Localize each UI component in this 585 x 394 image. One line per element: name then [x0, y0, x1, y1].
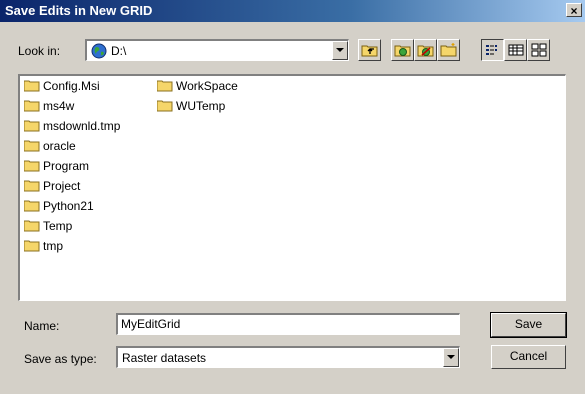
new-folder-button[interactable]	[437, 39, 460, 61]
thumbnails-view-button[interactable]	[527, 39, 550, 61]
folder-icon	[24, 140, 40, 152]
save-as-type-dropdown[interactable]: Raster datasets	[116, 346, 460, 368]
folder-item[interactable]: msdownld.tmp	[24, 117, 120, 135]
up-one-level-button[interactable]	[358, 39, 381, 61]
folder-icon	[24, 80, 40, 92]
name-field[interactable]: MyEditGrid	[116, 313, 460, 335]
disconnect-folder-icon	[417, 45, 433, 57]
connect-folder-button[interactable]	[391, 39, 414, 61]
look-in-value: D:\	[111, 44, 127, 58]
folder-item[interactable]: tmp	[24, 237, 63, 255]
folder-name: Program	[43, 159, 90, 173]
folder-item[interactable]: WorkSpace	[157, 77, 238, 95]
folder-name: Config.Msi	[43, 79, 100, 93]
new-folder-icon	[440, 43, 456, 57]
folder-name: oracle	[43, 139, 76, 153]
window-title: Save Edits in New GRID	[5, 3, 153, 18]
folder-name: tmp	[43, 239, 64, 253]
folder-item[interactable]: oracle	[24, 137, 76, 155]
save-as-type-value: Raster datasets	[122, 351, 207, 365]
name-label: Name:	[24, 319, 60, 333]
close-button[interactable]: ×	[566, 3, 582, 18]
folder-name: Temp	[43, 219, 73, 233]
details-view-icon	[508, 44, 523, 56]
folder-icon	[24, 180, 40, 192]
folder-icon	[157, 80, 173, 92]
folder-item[interactable]: WUTemp	[157, 97, 225, 115]
connect-folder-icon	[394, 45, 410, 57]
folder-item[interactable]: Temp	[24, 217, 72, 235]
chevron-down-icon[interactable]	[332, 41, 348, 60]
disconnect-folder-button[interactable]	[414, 39, 437, 61]
folder-item[interactable]: Project	[24, 177, 80, 195]
thumbnails-view-icon	[531, 43, 546, 57]
details-view-button[interactable]	[504, 39, 527, 61]
folder-item[interactable]: Config.Msi	[24, 77, 100, 95]
cancel-button[interactable]: Cancel	[491, 345, 566, 369]
folder-icon	[24, 220, 40, 232]
folder-item[interactable]: Program	[24, 157, 89, 175]
title-bar: Save Edits in New GRID ×	[0, 0, 585, 22]
look-in-label: Look in:	[18, 44, 61, 58]
folder-icon	[24, 120, 40, 132]
folder-name: Python21	[43, 199, 94, 213]
look-in-dropdown[interactable]: D:\	[85, 39, 349, 61]
save-as-type-label: Save as type:	[24, 352, 97, 366]
folder-icon	[24, 200, 40, 212]
chevron-down-icon[interactable]	[443, 348, 459, 367]
folder-name: msdownld.tmp	[43, 119, 121, 133]
folder-item[interactable]: Python21	[24, 197, 94, 215]
up-folder-icon	[361, 45, 377, 57]
folder-name: ms4w	[43, 99, 75, 113]
list-view-button[interactable]	[481, 39, 504, 61]
list-view-icon	[485, 45, 497, 55]
save-button[interactable]: Save	[490, 312, 567, 338]
folder-icon	[24, 160, 40, 172]
file-list[interactable]: Config.Msi ms4w msdownld.tmp oracle Prog…	[18, 74, 566, 301]
folder-name: WUTemp	[176, 99, 226, 113]
folder-icon	[24, 100, 40, 112]
folder-item[interactable]: ms4w	[24, 97, 74, 115]
folder-name: WorkSpace	[176, 79, 238, 93]
folder-icon	[24, 240, 40, 252]
globe-drive-icon	[91, 43, 107, 59]
folder-icon	[157, 100, 173, 112]
folder-name: Project	[43, 179, 81, 193]
